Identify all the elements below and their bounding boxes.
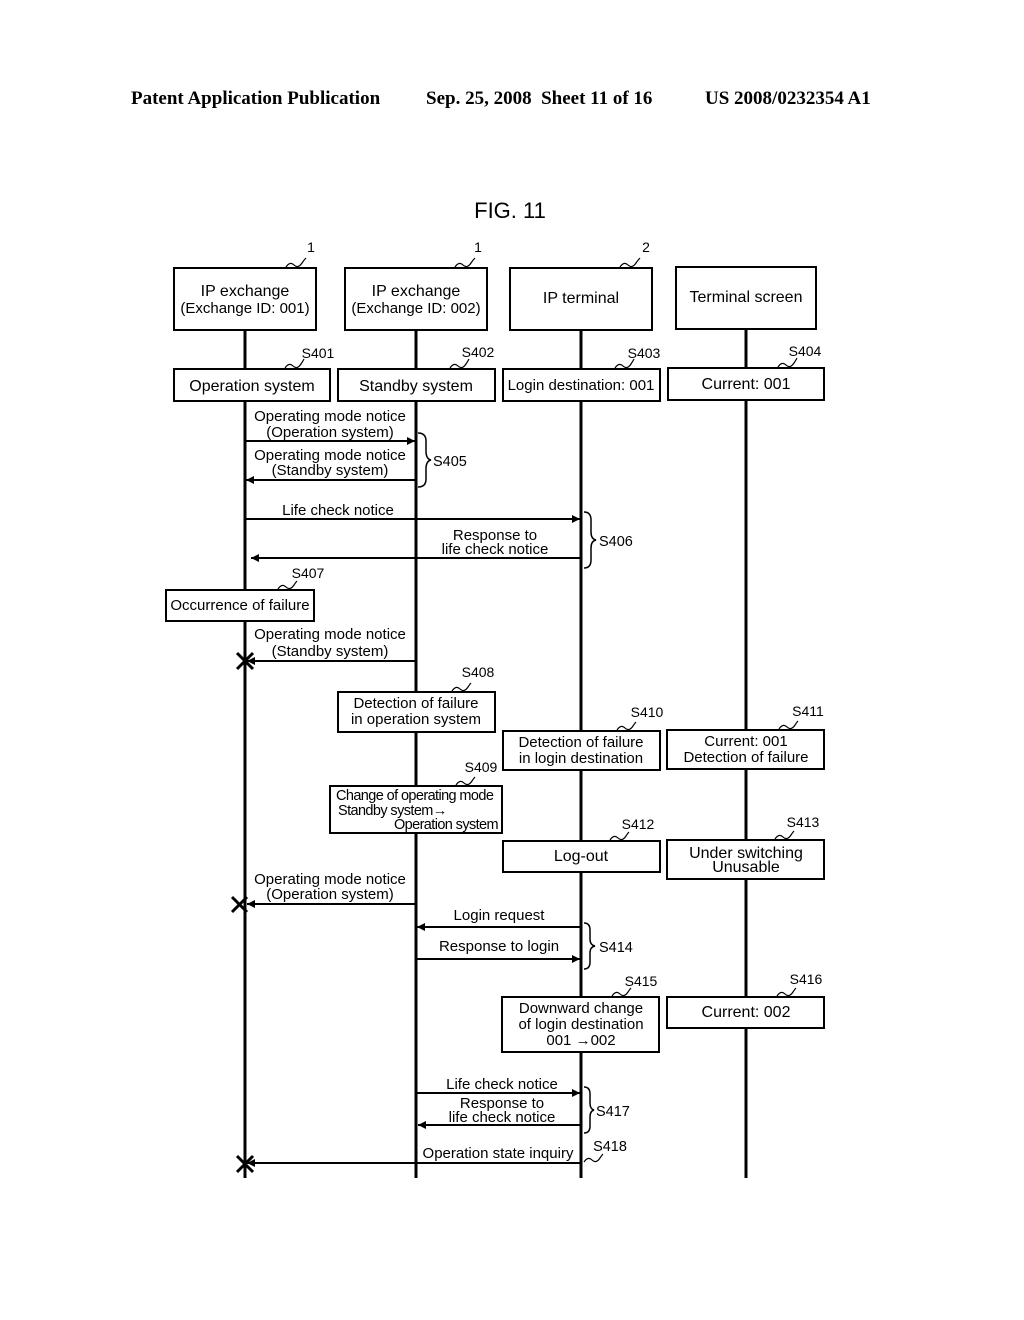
step-label: S403 [628, 345, 661, 361]
state-label: 001 →002 [546, 1032, 615, 1049]
state-label: Occurrence of failure [170, 597, 309, 614]
actor-label: IP terminal [543, 290, 619, 307]
step-label-s414: S414 [599, 940, 633, 956]
message-login-response: Response to login [416, 938, 580, 963]
actor-label: IP exchange [201, 283, 290, 300]
step-label: S401 [302, 345, 335, 361]
step-label: S409 [465, 759, 498, 775]
state-label: in login destination [519, 750, 643, 767]
message-label: (Operation system) [266, 886, 394, 903]
figure-title: FIG. 11 [474, 198, 546, 223]
state-label: Standby system [359, 378, 473, 395]
state-label: Login destination: 001 [508, 377, 655, 394]
message-label: life check notice [442, 541, 549, 558]
state-label: Detection of failure [518, 734, 643, 751]
message-label: Response to login [439, 938, 559, 955]
step-label: S411 [792, 703, 824, 719]
state-label: Downward change [519, 1000, 643, 1017]
message-label: Life check notice [446, 1076, 558, 1093]
step-label: S413 [787, 814, 820, 830]
actor-label: Terminal screen [690, 289, 803, 306]
state-label: Operation system [394, 817, 499, 833]
state-label: Current: 001 [704, 733, 787, 750]
step-label: S402 [462, 344, 495, 360]
message-operating-mode-standby-failed: Operating mode notice (Standby system) [247, 626, 416, 665]
reference-numeral: 1 [474, 239, 482, 255]
actor-terminal-screen: Terminal screen [675, 266, 817, 330]
step-label: S410 [631, 704, 664, 720]
message-operation-state-inquiry: Operation state inquiry S418 [247, 1139, 627, 1167]
step-label-s406: S406 [599, 534, 633, 550]
message-label: (Standby system) [272, 462, 389, 479]
actor-ip-terminal: IP terminal 2 [509, 239, 653, 331]
actor-sublabel: (Exchange ID: 001) [180, 300, 309, 317]
state-label: Operation system [189, 378, 314, 395]
message-label: life check notice [449, 1109, 556, 1126]
sequence-diagram: FIG. 11 IP exchange (Exchange ID: 001) 1… [165, 198, 825, 1178]
message-operating-mode-operation-failed: Operating mode notice (Operation system) [247, 871, 416, 908]
step-label: S404 [789, 343, 822, 359]
message-label: Operating mode notice [254, 626, 406, 643]
step-label-s418: S418 [593, 1139, 627, 1155]
state-label: Detection of failure [353, 695, 478, 712]
message-life-check-2: Life check notice [416, 1076, 580, 1097]
actor-exchange-002: IP exchange (Exchange ID: 002) 1 [344, 239, 488, 331]
brace-s414 [583, 922, 596, 970]
reference-numeral: 1 [307, 239, 315, 255]
actor-label: IP exchange [372, 283, 461, 300]
message-label: Operation state inquiry [423, 1145, 574, 1162]
step-label: S407 [292, 565, 325, 581]
state-label: of login destination [518, 1016, 643, 1033]
state-s401: Operation system S401 [173, 345, 335, 402]
brace-s406 [583, 511, 597, 569]
step-label-s417: S417 [596, 1104, 630, 1120]
brace-s417 [583, 1086, 595, 1134]
message-life-check-response-2: Response to life check notice [418, 1095, 581, 1129]
message-life-check: Life check notice [245, 502, 580, 523]
message-operating-mode-operation: Operating mode notice (Operation system) [245, 408, 415, 445]
state-label: Unusable [712, 859, 780, 876]
state-label: in operation system [351, 711, 481, 728]
message-label: (Operation system) [266, 424, 394, 441]
message-label: (Standby system) [272, 643, 389, 660]
message-login-request: Login request [417, 907, 581, 931]
actor-sublabel: (Exchange ID: 002) [351, 300, 480, 317]
state-s410: Detection of failure in login destinatio… [502, 704, 664, 771]
message-label: Operating mode notice [254, 408, 406, 425]
step-label: S416 [790, 971, 823, 987]
state-label: Detection of failure [683, 749, 808, 766]
step-label-s405: S405 [433, 454, 467, 470]
message-label: Life check notice [282, 502, 394, 519]
message-label: Login request [454, 907, 546, 924]
step-label: S408 [462, 664, 495, 680]
step-label: S415 [625, 973, 658, 989]
actor-exchange-001: IP exchange (Exchange ID: 001) 1 [173, 239, 317, 331]
reference-numeral: 2 [642, 239, 650, 255]
state-label: Log-out [554, 848, 609, 865]
state-label: Current: 001 [702, 376, 791, 393]
message-operating-mode-standby: Operating mode notice (Standby system) [246, 447, 416, 484]
state-label: Change of operating mode [336, 788, 494, 804]
brace-s405 [417, 432, 432, 488]
state-label: Current: 002 [702, 1004, 791, 1021]
step-label: S412 [622, 816, 655, 832]
